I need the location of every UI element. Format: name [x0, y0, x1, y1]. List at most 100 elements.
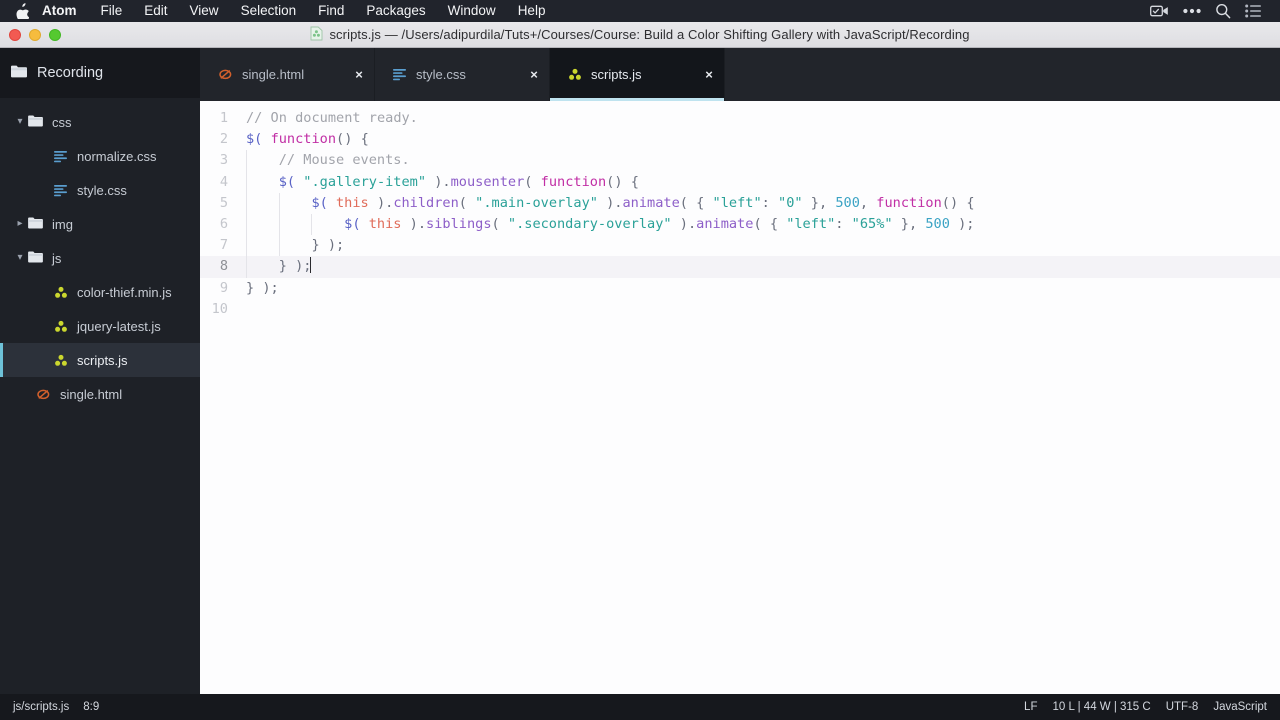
tree-item-normalize-css[interactable]: normalize.css — [0, 139, 200, 173]
code-text: // On document ready. — [240, 108, 1280, 129]
tab-single-html[interactable]: single.html × — [200, 48, 375, 101]
token-dollar: $( — [344, 215, 361, 232]
line-number: 10 — [211, 300, 228, 317]
code-line[interactable]: 7} ); — [200, 235, 1280, 257]
menubar-item-window[interactable]: Window — [437, 0, 507, 22]
menubar-item-help[interactable]: Help — [507, 0, 557, 22]
tree-item-label: scripts.js — [77, 352, 128, 368]
tab-close-button[interactable]: × — [346, 48, 372, 101]
code-line[interactable]: 9} ); — [200, 278, 1280, 299]
code-line[interactable]: 4 $( ".gallery-item" ).mousenter( functio… — [200, 171, 1280, 193]
status-counts[interactable]: 10 L | 44 W | 315 C — [1052, 701, 1150, 713]
token-paren: ); — [295, 258, 312, 275]
code-content[interactable]: 1 // On document ready. 2 $( function() {3/… — [200, 101, 1280, 320]
line-number: 9 — [219, 279, 228, 296]
menubar-item-atom[interactable]: Atom — [42, 0, 90, 22]
tree-item-label: normalize.css — [77, 148, 157, 164]
search-icon[interactable] — [1215, 3, 1231, 19]
code-editor[interactable]: 1 // On document ready. 2 $( function() {3/… — [200, 101, 1280, 694]
token-paren: ); — [262, 279, 279, 296]
tree-item-img[interactable]: ▸ img — [0, 207, 200, 241]
control-center-icon[interactable] — [1245, 4, 1262, 18]
menubar-item-selection[interactable]: Selection — [230, 0, 308, 22]
token-this: this — [368, 215, 402, 232]
tab-close-button[interactable]: × — [696, 48, 722, 101]
tree-item-css[interactable]: ▾ css — [0, 105, 200, 139]
code-line[interactable]: 10 — [200, 299, 1280, 320]
indent-guide — [246, 256, 247, 278]
line-number: 7 — [219, 237, 228, 254]
menubar-item-packages[interactable]: Packages — [355, 0, 436, 22]
token-num: 500 — [925, 215, 950, 232]
status-file-path[interactable]: js/scripts.js — [13, 701, 69, 713]
code-line[interactable]: 3 // Mouse events. — [200, 150, 1280, 172]
status-grammar[interactable]: JavaScript — [1213, 701, 1267, 713]
menubar-item-find[interactable]: Find — [307, 0, 355, 22]
line-number: 2 — [219, 131, 228, 148]
tree-item-single-html[interactable]: single.html — [0, 377, 200, 411]
indent-guide — [246, 171, 247, 193]
code-text: } ); — [240, 256, 1280, 278]
tree-item-js[interactable]: ▾ js — [0, 241, 200, 275]
code-text: $( this ).siblings( ".secondary-overlay"… — [240, 213, 1280, 236]
token-paren: } — [246, 279, 255, 296]
token-paren: ). — [376, 194, 394, 211]
tab-scripts-js[interactable]: scripts.js × — [550, 48, 725, 101]
tree-item-scripts-js[interactable]: scripts.js — [0, 343, 200, 377]
status-encoding[interactable]: UTF-8 — [1166, 701, 1199, 713]
apple-logo-icon[interactable] — [14, 3, 29, 19]
chevron-right-icon[interactable]: ▸ — [12, 219, 28, 229]
javascript-file-icon — [310, 26, 323, 44]
tree-item-style-css[interactable]: style.css — [0, 173, 200, 207]
token-paren: { — [966, 194, 975, 211]
html-file-icon — [218, 68, 233, 81]
screen-recording-icon[interactable] — [1150, 4, 1169, 18]
token-paren: ); — [327, 237, 345, 254]
token-paren: { — [630, 173, 639, 190]
tab-close-button[interactable]: × — [521, 48, 547, 101]
line-number: 8 — [219, 258, 228, 275]
code-text: // Mouse events. — [240, 150, 1280, 172]
status-cursor-position[interactable]: 8:9 — [83, 701, 99, 713]
code-line[interactable]: 5 $( this ).children( ".main-overlay" ).a… — [200, 192, 1280, 214]
status-bar-right: LF 10 L | 44 W | 315 C UTF-8 JavaScript — [1024, 701, 1280, 713]
tab-style-css[interactable]: style.css × — [375, 48, 550, 101]
token-string: ".secondary-overlay" — [507, 215, 672, 232]
token-dollar: $( — [311, 194, 328, 211]
code-line[interactable]: 8 } ); — [200, 256, 1280, 278]
macos-menu-bar: Atom File Edit View Selection Find Packa… — [0, 0, 1280, 22]
code-line[interactable]: 1 // On document ready. — [200, 108, 1280, 129]
line-number: 4 — [219, 173, 228, 190]
chevron-down-icon[interactable]: ▾ — [12, 117, 28, 127]
project-root-header[interactable]: Recording — [0, 48, 200, 98]
javascript-file-icon — [54, 286, 68, 299]
token-method: siblings — [426, 215, 492, 232]
indent-guide — [278, 235, 280, 257]
code-line[interactable]: 6 $( this ).siblings( ".secondary-overlay… — [200, 213, 1280, 236]
css-file-icon — [54, 150, 68, 163]
line-number: 1 — [219, 110, 228, 126]
zoom-button[interactable] — [49, 28, 61, 41]
tab-label: style.css — [416, 67, 466, 82]
tree-item-jquery-latest-js[interactable]: jquery-latest.js — [0, 309, 200, 343]
chevron-down-icon[interactable]: ▾ — [12, 253, 28, 263]
ellipsis-icon[interactable] — [1183, 8, 1201, 14]
window-title-text: scripts.js — /Users/adipurdila/Tuts+/Cou… — [329, 27, 970, 42]
folder-icon — [28, 115, 43, 130]
code-line[interactable]: 2 $( function() { — [200, 129, 1280, 150]
menubar-item-view[interactable]: View — [179, 0, 230, 22]
menubar-item-edit[interactable]: Edit — [133, 0, 178, 22]
status-bar: js/scripts.js 8:9 LF 10 L | 44 W | 315 C… — [0, 694, 1280, 720]
close-button[interactable] — [9, 28, 21, 41]
minimize-button[interactable] — [29, 28, 41, 41]
tree-item-color-thief-min-js[interactable]: color-thief.min.js — [0, 275, 200, 309]
status-line-ending[interactable]: LF — [1024, 701, 1037, 713]
menubar-item-file[interactable]: File — [90, 0, 134, 22]
